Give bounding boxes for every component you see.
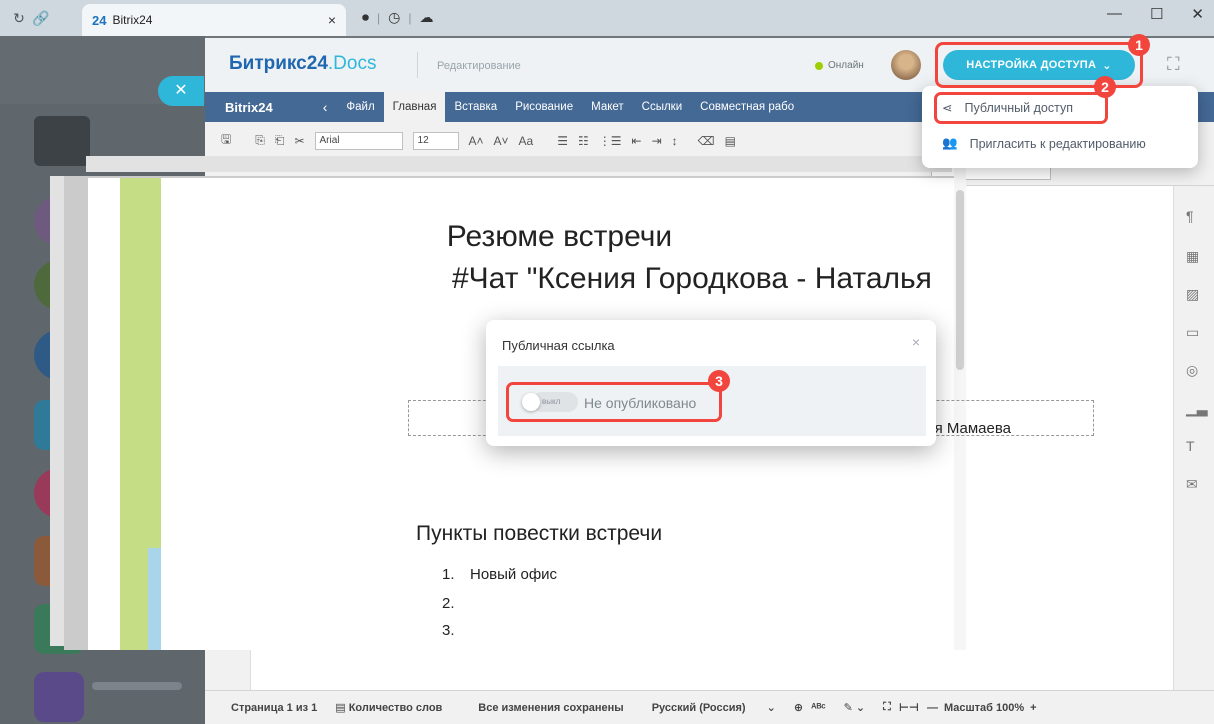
language-select[interactable]: Русский (Россия) ⌄ <box>652 701 776 714</box>
ribbon-row-1: 🖫 ⎘ ⎗ ✂ Arial 12 A˄ A˅ Aa ☰ ☷ ⋮☰ ⇤ ⇥ ↕ ⌫… <box>221 130 736 151</box>
zoom-in-icon[interactable]: + <box>1030 702 1036 714</box>
back-arrow-icon[interactable]: ‹ <box>323 99 328 115</box>
decrease-indent-icon[interactable]: ⇤ <box>632 134 642 148</box>
grow-font-icon[interactable]: A˄ <box>469 134 484 148</box>
tab-extras: ⏺ | ◷ | ☁ <box>362 9 434 26</box>
chart-settings-icon[interactable]: ▁▃ <box>1186 400 1208 417</box>
fit-page-icon[interactable]: ⛶ <box>883 701 891 714</box>
table-settings-icon[interactable]: ▦ <box>1186 248 1199 265</box>
horizontal-ruler[interactable] <box>86 156 952 172</box>
word-count[interactable]: ▤ Количество слов <box>335 701 460 714</box>
line-spacing-icon[interactable]: ↕ <box>672 134 678 148</box>
copy-icon[interactable]: ⎘ <box>255 133 265 148</box>
tab-insert[interactable]: Вставка <box>445 92 506 122</box>
right-tools: ¶ ▦ ▨ ▭ ◎ ▁▃ T ✉ <box>1173 186 1214 690</box>
link-icon[interactable]: 🔗 <box>30 10 52 27</box>
online-dot-icon <box>815 61 823 70</box>
record-icon[interactable]: ⏺ <box>362 9 369 26</box>
agenda-heading: Пункты повестки встречи <box>416 522 663 545</box>
tab-close-icon[interactable]: × <box>328 12 336 28</box>
close-window-icon[interactable]: ✕ <box>1191 5 1204 23</box>
minimize-icon[interactable]: — <box>1107 5 1122 23</box>
document-title: Резюме встречи <box>446 220 673 253</box>
cut-icon[interactable]: ✂ <box>294 134 304 148</box>
tab-collaboration[interactable]: Совместная рабо <box>691 92 803 122</box>
maximize-icon[interactable]: ☐ <box>1150 5 1163 23</box>
dialog-title: Публичная ссылка <box>502 338 615 353</box>
mode-label: Редактирование <box>437 60 521 72</box>
image-settings-icon[interactable]: ▨ <box>1186 286 1199 303</box>
list-item-3-number: 3. <box>442 622 455 639</box>
status-bar: Страница 1 из 1 ▤ Количество слов Все из… <box>205 690 1214 724</box>
page-color-stripe-blue <box>148 548 161 650</box>
browser-tab[interactable]: 24 Bitrix24 × <box>82 4 346 36</box>
step-badge-2: 2 <box>1094 76 1116 98</box>
cloud-icon[interactable]: ☁ <box>419 9 433 26</box>
zoom-level: Масштаб 100% <box>943 701 1025 714</box>
tab-title: Bitrix24 <box>112 13 153 27</box>
text-art-icon[interactable]: T <box>1186 438 1195 454</box>
clear-format-icon[interactable]: ⌫ <box>698 134 715 148</box>
document-subtitle: #Чат "Ксения Городкова - Наталья <box>452 262 932 295</box>
step-badge-3: 3 <box>708 370 730 392</box>
bitrix-editor-logo: Bitrix24 <box>225 99 273 115</box>
spellcheck-icon[interactable]: ᴬᴮᶜ <box>811 702 826 714</box>
tab-layout[interactable]: Макет <box>582 92 633 122</box>
header-footer-icon[interactable]: ▭ <box>1186 324 1199 341</box>
slider-close-button[interactable]: ✕ <box>158 76 204 106</box>
font-size-select[interactable]: 12 <box>412 131 459 150</box>
paste-icon[interactable]: ⎗ <box>275 133 285 148</box>
divider <box>417 52 418 78</box>
chat-avatar <box>34 672 84 722</box>
globe-icon[interactable]: ⊕ <box>794 701 803 714</box>
paragraph-settings-icon[interactable]: ¶ <box>1186 208 1194 224</box>
change-case-icon[interactable]: Aa <box>519 134 534 148</box>
numbered-list-icon[interactable]: ☷ <box>578 134 589 148</box>
list-item-2-number: 2. <box>442 595 455 612</box>
zoom-out-icon[interactable]: — <box>927 702 938 714</box>
list-item-1[interactable]: Новый офис <box>470 566 557 583</box>
tab-references[interactable]: Ссылки <box>633 92 692 122</box>
scrollbar-thumb[interactable] <box>956 190 964 370</box>
reload-icon[interactable]: ↻ <box>8 10 30 27</box>
shrink-font-icon[interactable]: A˅ <box>494 134 509 148</box>
tab-home[interactable]: Главная <box>383 92 446 122</box>
online-status: Онлайн <box>815 60 864 71</box>
add-users-icon: 👥 <box>942 136 958 150</box>
multilevel-list-icon[interactable]: ⋮☰ <box>599 134 622 148</box>
page-counter[interactable]: Страница 1 из 1 <box>231 702 317 714</box>
list-item-1-number: 1. <box>442 566 455 583</box>
chat-avatar <box>34 116 90 166</box>
save-status: Все изменения сохранены <box>478 701 624 714</box>
bullet-list-icon[interactable]: ☰ <box>557 134 568 148</box>
tab-file[interactable]: Файл <box>337 92 383 122</box>
chat-line <box>92 682 182 690</box>
save-icon[interactable]: 🖫 <box>221 130 231 151</box>
tab-draw[interactable]: Рисование <box>506 92 582 122</box>
mail-icon[interactable]: ✉ <box>1186 476 1198 493</box>
shape-settings-icon[interactable]: ◎ <box>1186 362 1198 379</box>
highlight-frame-public-access <box>934 92 1108 124</box>
user-avatar[interactable] <box>891 50 921 80</box>
fullscreen-icon[interactable]: ⛶ <box>1167 54 1180 75</box>
brand-logo: Битрикс24.Docs <box>229 53 377 74</box>
clock-icon[interactable]: ◷ <box>388 9 400 26</box>
font-select[interactable]: Arial <box>314 131 403 150</box>
dialog-close-icon[interactable]: × <box>912 334 920 350</box>
window-controls: — ☐ ✕ <box>1107 5 1204 23</box>
shading-icon[interactable]: ▤ <box>725 134 736 148</box>
fit-width-icon[interactable]: ⊢⊣ <box>899 701 919 714</box>
increase-indent-icon[interactable]: ⇥ <box>652 134 662 148</box>
track-changes-icon[interactable]: ✎ ⌄ <box>844 701 866 714</box>
highlight-frame-toggle <box>506 382 722 422</box>
bitrix-tab-logo: 24 <box>92 12 107 28</box>
step-badge-1: 1 <box>1128 34 1150 56</box>
invite-edit-item[interactable]: 👥 Пригласить к редактированию <box>942 136 1146 151</box>
